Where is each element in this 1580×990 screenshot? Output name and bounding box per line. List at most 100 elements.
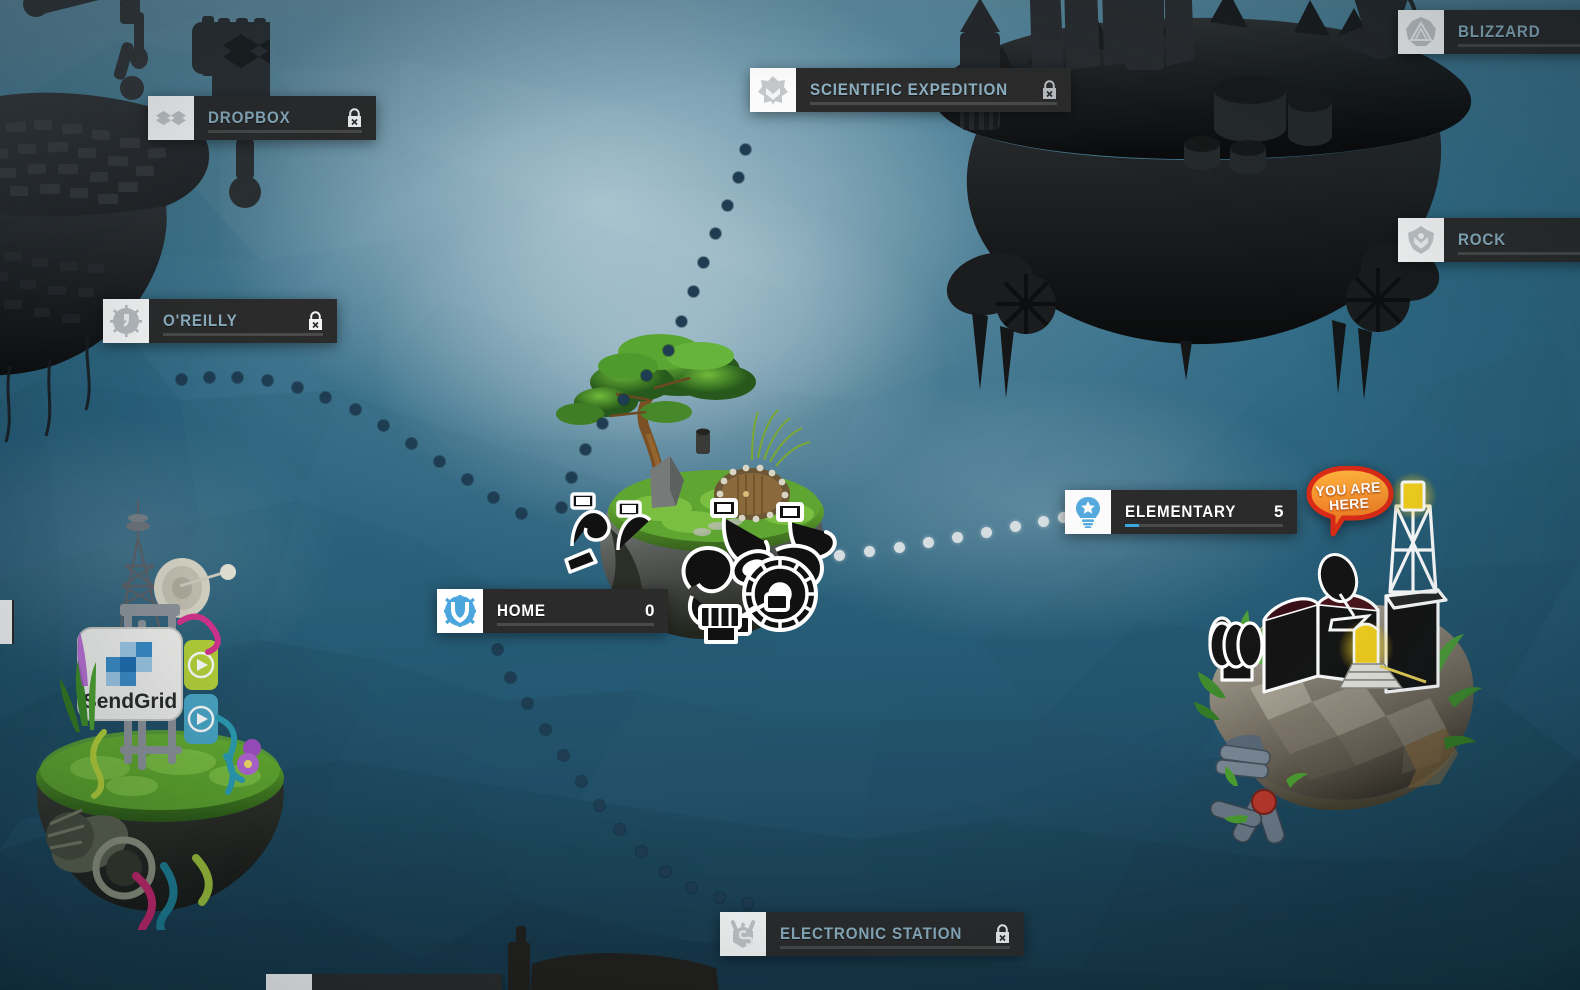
path-dot bbox=[660, 866, 671, 877]
path-dot bbox=[406, 438, 417, 449]
path-dot bbox=[505, 672, 516, 683]
path-dot bbox=[710, 228, 721, 239]
game-map-canvas[interactable]: SendGrid DROPBOX SCIENTIFIC EXPEDITION B… bbox=[0, 0, 1580, 990]
lock-icon bbox=[346, 108, 363, 128]
lightbulb-star-icon bbox=[1065, 490, 1111, 534]
node-progress-bar bbox=[780, 946, 1010, 949]
path-dot-open bbox=[894, 542, 905, 553]
node-status bbox=[1025, 80, 1058, 100]
path-dot bbox=[262, 375, 273, 386]
path-dot bbox=[522, 698, 533, 709]
oreilly-icon bbox=[103, 299, 149, 343]
node-progress-bar bbox=[163, 333, 323, 336]
node-plate[interactable]: BLIZZARD bbox=[1444, 10, 1580, 54]
node-label: DROPBOX bbox=[208, 108, 291, 127]
path-dot bbox=[663, 345, 674, 356]
path-dot bbox=[740, 144, 751, 155]
path-dot bbox=[636, 846, 647, 857]
you-are-here-text: YOU ARE HERE bbox=[1301, 463, 1398, 541]
node-home[interactable]: HOME 0 bbox=[437, 589, 668, 633]
path-dot-open bbox=[1038, 516, 1049, 527]
path-dot bbox=[320, 392, 331, 403]
path-dot bbox=[580, 444, 591, 455]
node-status: 5 bbox=[1258, 502, 1284, 522]
path-dot bbox=[733, 172, 744, 183]
lock-icon bbox=[307, 311, 324, 331]
offscreen-bottom-badge bbox=[266, 974, 312, 990]
node-plate[interactable]: DROPBOX bbox=[194, 96, 376, 140]
you-are-here-callout: YOU ARE HERE bbox=[1301, 463, 1398, 541]
path-dot bbox=[204, 372, 215, 383]
lock-icon bbox=[1041, 80, 1058, 100]
path-dot bbox=[516, 508, 527, 519]
node-status bbox=[330, 108, 363, 128]
node-label: ELECTRONIC STATION bbox=[780, 924, 963, 943]
offscreen-node-badge bbox=[0, 600, 12, 644]
electronic-station-icon bbox=[720, 912, 766, 956]
path-dot bbox=[492, 644, 503, 655]
node-progress-bar bbox=[1458, 44, 1580, 47]
path-dot bbox=[350, 404, 361, 415]
path-dot bbox=[462, 474, 473, 485]
node-dropbox[interactable]: DROPBOX bbox=[148, 96, 376, 140]
path-dot-open bbox=[981, 527, 992, 538]
path-dot bbox=[558, 750, 569, 761]
node-plate[interactable]: SCIENTIFIC EXPEDITION bbox=[796, 68, 1072, 112]
node-label: BLIZZARD bbox=[1458, 22, 1541, 41]
dropbox-icon bbox=[148, 96, 194, 140]
node-label: SCIENTIFIC EXPEDITION bbox=[810, 80, 1008, 99]
path-dot bbox=[176, 374, 187, 385]
node-label: ROCK bbox=[1458, 230, 1507, 249]
node-count: 0 bbox=[645, 601, 655, 620]
node-progress-bar bbox=[1458, 252, 1580, 255]
node-blizzard[interactable]: BLIZZARD bbox=[1398, 10, 1580, 54]
path-dot-open bbox=[864, 546, 875, 557]
path-dot-open bbox=[1010, 521, 1021, 532]
node-scientific-expedition[interactable]: SCIENTIFIC EXPEDITION bbox=[750, 68, 1072, 112]
you-are-here-line2: HERE bbox=[1328, 494, 1370, 514]
node-plate[interactable]: O'REILLY bbox=[149, 299, 337, 343]
node-oreilly[interactable]: O'REILLY bbox=[103, 299, 337, 343]
node-progress-bar bbox=[208, 130, 362, 133]
node-label: HOME bbox=[497, 601, 546, 620]
path-dot bbox=[378, 420, 389, 431]
path-dot bbox=[566, 472, 577, 483]
home-gear-icon bbox=[437, 589, 483, 633]
path-dot bbox=[676, 316, 687, 327]
path-dot bbox=[641, 370, 652, 381]
path-dot bbox=[618, 394, 629, 405]
node-rock[interactable]: ROCK bbox=[1398, 218, 1580, 262]
path-dot bbox=[686, 882, 697, 893]
badge-star-icon bbox=[750, 68, 796, 112]
path-dot bbox=[594, 800, 605, 811]
node-elementary[interactable]: ELEMENTARY 5 bbox=[1065, 490, 1297, 534]
path-dot-open bbox=[834, 550, 845, 561]
offscreen-node-left[interactable] bbox=[0, 600, 14, 644]
path-dot bbox=[714, 892, 725, 903]
path-dot bbox=[292, 382, 303, 393]
node-count: 5 bbox=[1274, 502, 1284, 521]
node-plate[interactable]: ROCK bbox=[1444, 218, 1580, 262]
path-dot bbox=[614, 824, 625, 835]
offscreen-node-bottom[interactable] bbox=[266, 974, 506, 990]
path-dot bbox=[597, 418, 608, 429]
lock-icon bbox=[994, 924, 1011, 944]
path-dot bbox=[722, 200, 733, 211]
node-progress-bar bbox=[1125, 524, 1283, 527]
node-label: O'REILLY bbox=[163, 311, 238, 330]
node-status: 0 bbox=[629, 601, 655, 621]
node-status bbox=[978, 924, 1011, 944]
path-dot bbox=[688, 286, 699, 297]
path-dot bbox=[556, 502, 567, 513]
blizzard-icon bbox=[1398, 10, 1444, 54]
rock-badge-icon bbox=[1398, 218, 1444, 262]
node-progress-bar bbox=[497, 623, 654, 626]
node-plate[interactable]: ELEMENTARY 5 bbox=[1111, 490, 1297, 534]
path-dot-open bbox=[923, 537, 934, 548]
node-electronic-station[interactable]: ELECTRONIC STATION bbox=[720, 912, 1024, 956]
path-dot bbox=[540, 724, 551, 735]
path-dot bbox=[742, 898, 753, 909]
node-plate[interactable]: ELECTRONIC STATION bbox=[766, 912, 1024, 956]
node-plate[interactable]: HOME 0 bbox=[483, 589, 668, 633]
path-dot bbox=[232, 372, 243, 383]
